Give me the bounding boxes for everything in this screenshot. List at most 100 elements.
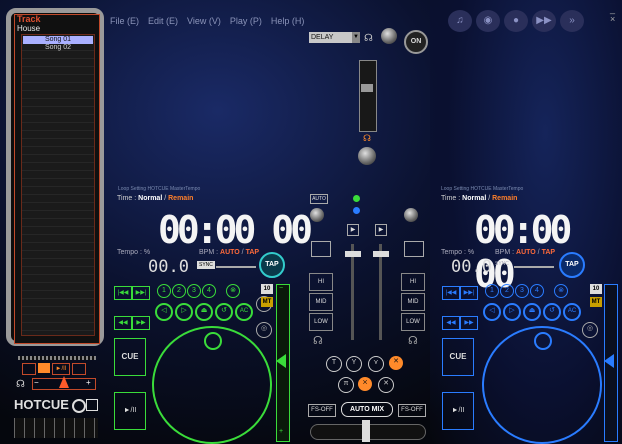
left-scratch-icon[interactable]: ◎ (256, 322, 272, 338)
crossfader-handle[interactable] (362, 420, 370, 442)
effect-select[interactable]: DELAY (309, 32, 353, 43)
auto-mix-button[interactable]: AUTO MIX (341, 402, 393, 417)
menu-help[interactable]: Help (H) (271, 16, 305, 26)
left-mastertempo-button[interactable]: MT (261, 297, 273, 307)
left-eq-icon[interactable] (311, 241, 331, 257)
fast-forward-icon[interactable]: ▶▶ (532, 10, 556, 32)
left-play-button[interactable]: ►/II (114, 392, 146, 430)
left-eq-mid[interactable]: MID (309, 293, 333, 311)
left-prev-track-button[interactable]: |◀◀ (114, 286, 132, 300)
right-forward-button[interactable]: ▶▶ (460, 316, 478, 330)
right-sync-button[interactable]: SYNC (495, 261, 509, 267)
filter-cross-icon[interactable]: ✕ (389, 356, 403, 370)
mixer-auto-button[interactable]: AUTO (310, 194, 328, 204)
right-loop-icon[interactable]: ↺ (543, 303, 561, 321)
left-volume-fader-track[interactable] (351, 244, 354, 340)
right-eq-low[interactable]: LOW (401, 313, 425, 331)
menu-file[interactable]: File (E) (110, 16, 139, 26)
left-fs-off-button[interactable]: FS-OFF (308, 404, 336, 417)
left-ac-button[interactable]: AC (235, 303, 253, 321)
chevron-down-icon[interactable]: ▼ (352, 32, 360, 43)
left-hotcue-3[interactable]: 3 (187, 284, 201, 298)
right-fs-off-button[interactable]: FS-OFF (398, 404, 426, 417)
menu-edit[interactable]: Edit (E) (148, 16, 178, 26)
filter-x-icon[interactable]: ✕ (378, 377, 394, 393)
right-next-track-button[interactable]: ▶▶| (460, 286, 478, 300)
right-volume-fader-track[interactable] (379, 244, 382, 340)
left-pitch-handle[interactable] (276, 354, 286, 368)
right-hotcue-4[interactable]: 4 (530, 284, 544, 298)
song-item[interactable]: Song 02 (23, 44, 93, 52)
right-deck-tabs[interactable]: Loop Setting HOTCUE MasterTempo (441, 186, 523, 192)
right-gain-knob[interactable] (404, 208, 418, 222)
menu-view[interactable]: View (V) (187, 16, 221, 26)
master-knob[interactable] (358, 147, 376, 165)
menu-play[interactable]: Play (P) (230, 16, 262, 26)
left-loop-in-icon[interactable]: ◁ (155, 303, 173, 321)
headphone-right-icon[interactable]: ☊ (408, 334, 418, 347)
right-cue-button[interactable]: CUE (442, 338, 474, 376)
right-hotcue-3[interactable]: 3 (515, 284, 529, 298)
left-loop-length[interactable]: 10 (261, 284, 273, 294)
prev-button[interactable] (22, 363, 36, 375)
song-list[interactable]: Song 01 Song 02 (21, 34, 95, 336)
filter-x-active-icon[interactable]: ⨯ (358, 377, 372, 391)
hotcue-stop-icon[interactable] (86, 399, 98, 411)
left-tap-button[interactable]: TAP (259, 252, 285, 278)
right-loop-out-icon[interactable]: ▷ (503, 303, 521, 321)
right-eq-icon[interactable] (404, 241, 424, 257)
right-eject-icon[interactable]: ⏏ (523, 303, 541, 321)
headphone-left-icon[interactable]: ☊ (313, 334, 323, 347)
left-eq-hi[interactable]: HI (309, 273, 333, 291)
playlist-folder[interactable]: House (17, 24, 40, 33)
left-eject-icon[interactable]: ⏏ (195, 303, 213, 321)
effect-knob[interactable] (381, 28, 397, 44)
left-hotcue-1[interactable]: 1 (157, 284, 171, 298)
left-channel-play-icon[interactable]: ▶ (347, 224, 359, 236)
left-hotcue-2[interactable]: 2 (172, 284, 186, 298)
filter-pi-icon[interactable]: π (338, 377, 354, 393)
right-scratch-icon[interactable]: ◎ (582, 322, 598, 338)
music-note-icon[interactable]: ♫ (448, 10, 472, 32)
left-hotcue-clear[interactable]: ⊗ (226, 284, 240, 298)
left-rewind-button[interactable]: ◀◀ (114, 316, 132, 330)
right-loop-in-icon[interactable]: ◁ (483, 303, 501, 321)
hotcue-slots[interactable] (14, 418, 98, 438)
stop-button[interactable] (38, 363, 50, 373)
left-deck-tabs[interactable]: Loop Setting HOTCUE MasterTempo (118, 186, 200, 192)
right-pitch-handle[interactable] (604, 354, 614, 368)
play-pause-button[interactable]: ►/II (52, 363, 70, 375)
minimize-icon[interactable]: _ × (610, 4, 622, 24)
left-volume-fader-handle[interactable] (345, 251, 361, 257)
right-hotcue-1[interactable]: 1 (485, 284, 499, 298)
filter-y-icon[interactable]: Y (346, 356, 362, 372)
right-hotcue-2[interactable]: 2 (500, 284, 514, 298)
skip-icon[interactable]: » (560, 10, 584, 32)
left-sync-button[interactable]: SYNC (197, 261, 215, 269)
left-next-track-button[interactable]: ▶▶| (132, 286, 150, 300)
right-loop-length[interactable]: 10 (590, 284, 602, 294)
right-eq-mid[interactable]: MID (401, 293, 425, 311)
right-hotcue-clear[interactable]: ⊗ (554, 284, 568, 298)
song-item[interactable]: Song 01 (23, 36, 93, 44)
filter-t-icon[interactable]: T (326, 356, 342, 372)
right-prev-track-button[interactable]: |◀◀ (442, 286, 460, 300)
left-loop-out-icon[interactable]: ▷ (175, 303, 193, 321)
right-play-button[interactable]: ►/II (442, 392, 474, 430)
right-time-mode[interactable]: Time : Normal / Remain (441, 195, 517, 202)
next-button[interactable] (72, 363, 86, 375)
filter-curve-icon[interactable]: ⋎ (368, 356, 384, 372)
right-mastertempo-button[interactable]: MT (590, 297, 602, 307)
right-ac-button[interactable]: AC (563, 303, 581, 321)
record-icon[interactable]: ● (504, 10, 528, 32)
hotcue-record-icon[interactable] (72, 399, 86, 413)
left-hotcue-4[interactable]: 4 (202, 284, 216, 298)
rewind-record-icon[interactable]: ◉ (476, 10, 500, 32)
headphone-volume-handle[interactable] (59, 376, 69, 388)
left-forward-button[interactable]: ▶▶ (132, 316, 150, 330)
effect-on-button[interactable]: ON (404, 30, 428, 54)
left-gain-knob[interactable] (310, 208, 324, 222)
left-cue-button[interactable]: CUE (114, 338, 146, 376)
right-channel-play-icon[interactable]: ▶ (375, 224, 387, 236)
left-loop-icon[interactable]: ↺ (215, 303, 233, 321)
